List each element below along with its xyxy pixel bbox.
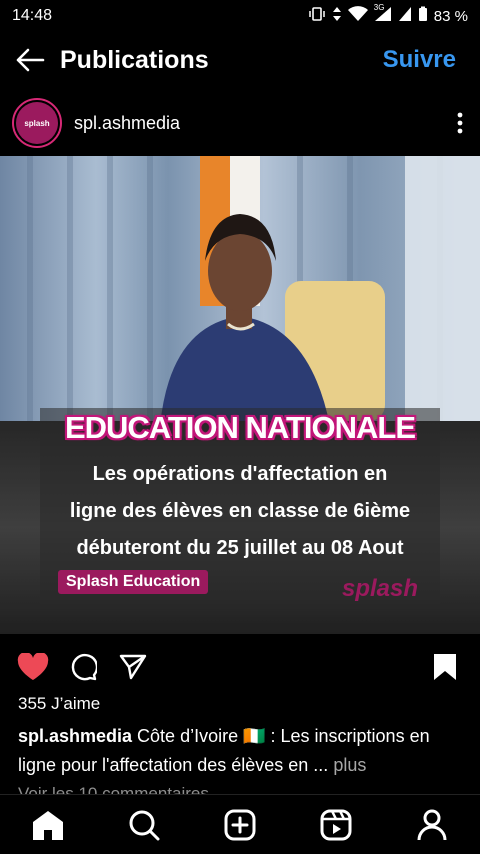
caption-username[interactable]: spl.ashmedia <box>18 726 132 746</box>
wifi-icon <box>347 6 368 26</box>
follow-button[interactable]: Suivre <box>383 46 480 74</box>
data-arrows-icon <box>332 6 342 26</box>
arrow-left-icon <box>16 48 45 72</box>
add-post-icon <box>224 809 256 840</box>
avatar-logo: splash <box>16 102 58 144</box>
vibrate-icon <box>308 6 326 26</box>
image-body-line: ligne des élèves en classe de 6ième <box>69 500 411 522</box>
search-icon <box>129 810 160 840</box>
like-button[interactable] <box>16 650 50 684</box>
image-body-line: débuteront du 25 juillet au 08 Aout <box>76 537 404 559</box>
post-header: splash spl.ashmedia <box>0 94 480 152</box>
image-body-text: Les opérations d'affectation en ligne de… <box>0 456 480 567</box>
caption-more-link[interactable]: plus <box>328 755 366 775</box>
status-bar: 14:48 3G 83 % <box>0 0 480 32</box>
profile-icon <box>417 809 447 840</box>
image-watermark: splash <box>342 575 419 602</box>
more-options-button[interactable] <box>440 103 480 143</box>
signal-2-icon <box>398 6 412 26</box>
more-vertical-icon <box>457 112 463 134</box>
bottom-nav <box>0 794 480 854</box>
status-time: 14:48 <box>12 7 53 24</box>
status-icons: 3G 83 % <box>308 3 468 26</box>
post-actions <box>0 644 480 690</box>
nav-search[interactable] <box>120 801 168 849</box>
share-button[interactable] <box>116 650 150 684</box>
network-type: 3G <box>373 3 385 12</box>
top-bar: Publications Suivre <box>0 32 480 88</box>
likes-count[interactable]: 355 J’aime <box>18 694 100 714</box>
post-username[interactable]: spl.ashmedia <box>74 113 440 134</box>
nav-create[interactable] <box>216 801 264 849</box>
nav-reels[interactable] <box>312 801 360 849</box>
back-button[interactable] <box>0 32 60 88</box>
comment-icon <box>71 653 97 681</box>
nav-home[interactable] <box>24 801 72 849</box>
post-image[interactable]: EDUCATION NATIONALE Les opérations d'aff… <box>0 156 480 634</box>
battery-percent: 83 % <box>433 7 468 25</box>
nav-profile[interactable] <box>408 801 456 849</box>
signal-icon: 3G <box>373 3 392 26</box>
image-body-line: Les opérations d'affectation en <box>92 463 388 485</box>
heart-icon <box>17 653 49 680</box>
save-button[interactable] <box>428 650 462 684</box>
reels-icon <box>320 809 352 840</box>
avatar[interactable]: splash <box>12 98 62 148</box>
send-icon <box>119 654 147 680</box>
image-tag: Splash Education <box>58 570 209 594</box>
battery-icon <box>418 6 428 26</box>
comment-button[interactable] <box>66 650 100 684</box>
home-icon <box>33 810 63 840</box>
page-title: Publications <box>60 45 209 74</box>
image-headline: EDUCATION NATIONALE <box>64 410 416 445</box>
bookmark-icon <box>434 654 456 680</box>
post-caption: spl.ashmedia Côte d’Ivoire 🇨🇮 : Les insc… <box>18 722 468 780</box>
